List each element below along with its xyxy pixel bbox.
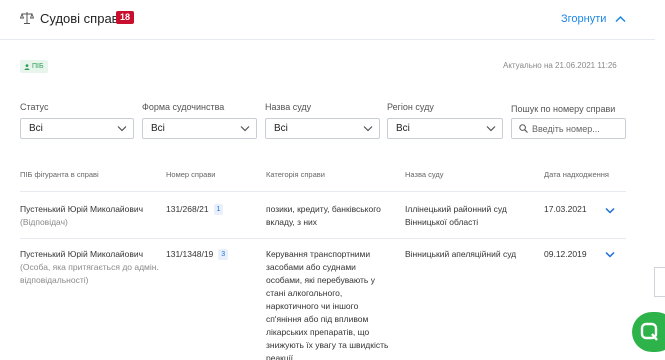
column-header-case-number: Номер справи	[166, 170, 216, 179]
column-header-name: ПІБ фігуранта в справі	[20, 170, 99, 179]
row-1-case-count-badge: 1	[213, 204, 224, 215]
row-1-court: Іллінецький районний суд Вінницької обла…	[405, 204, 507, 227]
pib-tag-label: ПІБ	[32, 63, 44, 70]
row-1-date: 17.03.2021	[544, 204, 587, 214]
row-2-name: Пустенький Юрій Миколайович (Особа, яка …	[20, 248, 160, 287]
actuality-timestamp: Актуально на 21.06.2021 11:26	[503, 61, 617, 70]
chevron-up-icon[interactable]	[615, 15, 626, 23]
table-divider	[20, 238, 626, 239]
court-select[interactable]: Всі	[265, 118, 380, 139]
row-1-case-number-cell: 131/268/21 1	[166, 203, 261, 216]
chevron-down-icon	[240, 126, 250, 132]
column-header-date: Дата надходження	[544, 170, 609, 179]
row-2-case-count-badge: 3	[218, 249, 229, 260]
section-header: Судові справи 18 Згорнути	[0, 0, 655, 40]
search-label: Пошук по номеру справи	[511, 104, 616, 114]
expand-chevron-icon[interactable]	[605, 207, 615, 214]
chevron-down-icon	[486, 126, 496, 132]
region-select[interactable]: Всі	[387, 118, 503, 139]
scrollbar[interactable]	[654, 267, 665, 297]
search-input[interactable]	[532, 121, 622, 136]
cases-count-badge: 18	[116, 11, 135, 24]
row-2-category: Керування транспортними засобами або суд…	[266, 249, 389, 360]
court-filter-label: Назва суду	[265, 102, 312, 112]
chat-icon	[640, 322, 658, 341]
chevron-down-icon	[363, 126, 373, 132]
form-select-value: Всі	[151, 123, 165, 134]
row-2-date: 09.12.2019	[544, 249, 587, 259]
status-select[interactable]: Всі	[20, 118, 134, 139]
column-header-category: Категорія справи	[266, 170, 325, 179]
row-1-role: (Відповідач)	[20, 217, 68, 227]
row-1-name: Пустенький Юрій Миколайович (Відповідач)	[20, 203, 160, 229]
expand-chevron-icon[interactable]	[605, 251, 615, 258]
table-divider	[20, 191, 626, 192]
row-2-court: Вінницький апеляційний суд	[405, 249, 517, 259]
scale-icon	[20, 12, 34, 24]
chevron-down-icon	[117, 126, 127, 132]
region-filter-label: Регіон суду	[387, 102, 434, 112]
court-select-value: Всі	[274, 123, 288, 134]
form-filter-label: Форма судочинства	[142, 102, 225, 112]
row-2-role: (Особа, яка притягається до адмін. відпо…	[20, 262, 159, 285]
row-2-case-number-cell: 131/1348/19 3	[166, 248, 261, 261]
status-select-value: Всі	[29, 123, 43, 134]
collapse-button[interactable]: Згорнути	[561, 13, 606, 25]
form-select[interactable]: Всі	[142, 118, 257, 139]
column-header-court: Назва суду	[405, 170, 444, 179]
chat-widget-button[interactable]	[632, 312, 665, 352]
row-2-fullname: Пустенький Юрій Миколайович	[20, 249, 144, 259]
row-2-case-number[interactable]: 131/1348/19	[166, 249, 213, 259]
case-number-search[interactable]	[511, 118, 626, 139]
status-filter-label: Статус	[20, 102, 49, 112]
region-select-value: Всі	[396, 123, 410, 134]
search-icon	[519, 124, 528, 133]
row-1-category: позики, кредиту, банківського вкладу, з …	[266, 204, 381, 227]
row-1-fullname: Пустенький Юрій Миколайович	[20, 204, 144, 214]
row-1-case-number[interactable]: 131/268/21	[166, 204, 209, 214]
person-icon	[24, 63, 30, 70]
section-title: Судові справи	[40, 11, 126, 26]
pib-tag: ПІБ	[20, 60, 48, 73]
